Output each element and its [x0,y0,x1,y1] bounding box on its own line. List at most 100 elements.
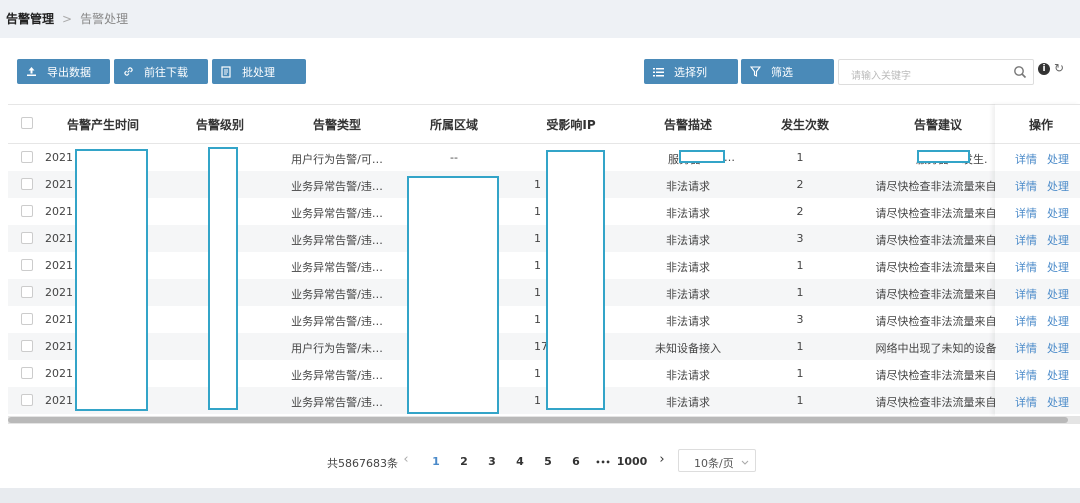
search-input[interactable]: 请输入关键字 [838,59,1034,85]
row-checkbox[interactable] [21,394,33,406]
goto-download-button[interactable]: 前往下载 [114,59,208,84]
detail-link[interactable]: 详情 [1015,394,1037,410]
page-button[interactable]: 6 [572,455,580,468]
column-header-description[interactable]: 告警描述 [664,116,712,133]
detail-link[interactable]: 详情 [1015,178,1037,194]
cell-type: 用户行为告警/可… [291,153,383,166]
row-checkbox[interactable] [21,232,33,244]
handle-link[interactable]: 处理 [1047,205,1069,221]
table-row: 20217业务异常告警/违…1非法请求1请尽快检查非法流量来自详情处理 [8,387,1080,414]
page-button[interactable]: 4 [516,455,524,468]
search-placeholder: 请输入关键字 [851,71,911,82]
cell-ip: 1 [534,313,541,326]
next-page-button[interactable]: › [659,452,664,467]
detail-link[interactable]: 详情 [1015,286,1037,302]
cell-time: 2021 [45,286,73,299]
column-header-count[interactable]: 发生次数 [781,116,829,133]
column-header-type[interactable]: 告警类型 [313,116,361,133]
cell-count: 3 [796,232,804,245]
cell-count: 2 [796,205,804,218]
pagination-ellipsis: ••• [595,458,611,467]
pagination-total: 共5867683条 [327,457,398,470]
cell-advice: 请尽快检查非法流量来自 [875,288,997,301]
cell-ip: 1 [534,286,541,299]
detail-link[interactable]: 详情 [1015,151,1037,167]
cell-description: 未知设备接入 [655,342,721,355]
detail-link[interactable]: 详情 [1015,367,1037,383]
page-button[interactable]: 5 [544,455,552,468]
table-row: 20217用户行为告警/未…171未知设备接入1网络中出现了未知的设备详情处理 [8,333,1080,360]
page-button-last[interactable]: 1000 [617,455,648,468]
handle-link[interactable]: 处理 [1047,340,1069,356]
select-all-checkbox[interactable] [21,117,33,129]
handle-link[interactable]: 处理 [1047,286,1069,302]
link-icon [122,66,134,78]
handle-link[interactable]: 处理 [1047,367,1069,383]
row-checkbox[interactable] [21,151,33,163]
column-header-region[interactable]: 所属区域 [430,116,478,133]
redaction-box-ip [546,150,605,410]
handle-link[interactable]: 处理 [1047,178,1069,194]
cell-time: 2021 [45,367,73,380]
cell-type: 业务异常告警/违… [291,369,383,382]
batch-process-label: 批处理 [242,65,275,79]
row-checkbox[interactable] [21,286,33,298]
detail-link[interactable]: 详情 [1015,232,1037,248]
detail-link[interactable]: 详情 [1015,340,1037,356]
column-header-time[interactable]: 告警产生时间 [67,116,139,133]
cell-advice: 网络中出现了未知的设备 [875,342,997,355]
info-icon[interactable]: i [1038,63,1050,75]
chevron-down-icon [741,456,749,469]
row-checkbox[interactable] [21,367,33,379]
cell-description: 非法请求 [666,207,710,220]
horizontal-scrollbar[interactable] [8,416,1080,424]
page-button[interactable]: 1 [432,455,440,468]
redaction-box-level [208,147,238,410]
detail-link[interactable]: 详情 [1015,205,1037,221]
page-size-select[interactable]: 10条/页 [678,449,756,472]
handle-link[interactable]: 处理 [1047,232,1069,248]
cell-type: 业务异常告警/违… [291,180,383,193]
row-checkbox[interactable] [21,205,33,217]
goto-download-label: 前往下载 [144,65,188,79]
handle-link[interactable]: 处理 [1047,259,1069,275]
list-icon [652,66,664,78]
cell-advice: 请尽快检查非法流量来自 [875,234,997,247]
cell-advice: 请尽快检查非法流量来自 [875,369,997,382]
previous-page-button[interactable]: ‹ [403,452,408,467]
column-header-ip[interactable]: 受影响IP [546,116,595,133]
detail-link[interactable]: 详情 [1015,313,1037,329]
handle-link[interactable]: 处理 [1047,394,1069,410]
row-checkbox[interactable] [21,178,33,190]
top-bar: 告警管理 > 告警处理 [0,0,1080,38]
page-size-value: 10条/页 [694,457,734,470]
column-header-level[interactable]: 告警级别 [196,116,244,133]
search-icon[interactable] [1013,65,1027,82]
refresh-icon[interactable]: ↻ [1054,61,1064,75]
table-row: 20217业务异常告警/违…1非法请求1请尽快检查非法流量来自详情处理 [8,252,1080,279]
breadcrumb: 告警管理 > 告警处理 [6,10,128,27]
select-columns-button[interactable]: 选择列 [644,59,738,84]
row-checkbox[interactable] [21,340,33,352]
batch-process-button[interactable]: 批处理 [212,59,306,84]
row-checkbox[interactable] [21,313,33,325]
cell-type: 业务异常告警/违… [291,207,383,220]
filter-button[interactable]: 筛选 [741,59,834,84]
page-button[interactable]: 3 [488,455,496,468]
detail-link[interactable]: 详情 [1015,259,1037,275]
breadcrumb-separator: > [62,11,73,26]
handle-link[interactable]: 处理 [1047,151,1069,167]
table-row: 20217业务异常告警/违…1非法请求1请尽快检查非法流量来自详情处理 [8,279,1080,306]
export-data-button[interactable]: 导出数据 [17,59,110,84]
page-button[interactable]: 2 [460,455,468,468]
cell-count: 1 [796,367,804,380]
column-header-advice[interactable]: 告警建议 [914,116,962,133]
scrollbar-thumb[interactable] [8,417,1068,423]
row-checkbox[interactable] [21,259,33,271]
cell-description: 非法请求 [666,396,710,409]
handle-link[interactable]: 处理 [1047,313,1069,329]
cell-count: 1 [796,151,804,164]
breadcrumb-parent[interactable]: 告警管理 [6,10,54,27]
cell-count: 1 [796,340,804,353]
cell-advice: 请尽快检查非法流量来自 [875,207,997,220]
